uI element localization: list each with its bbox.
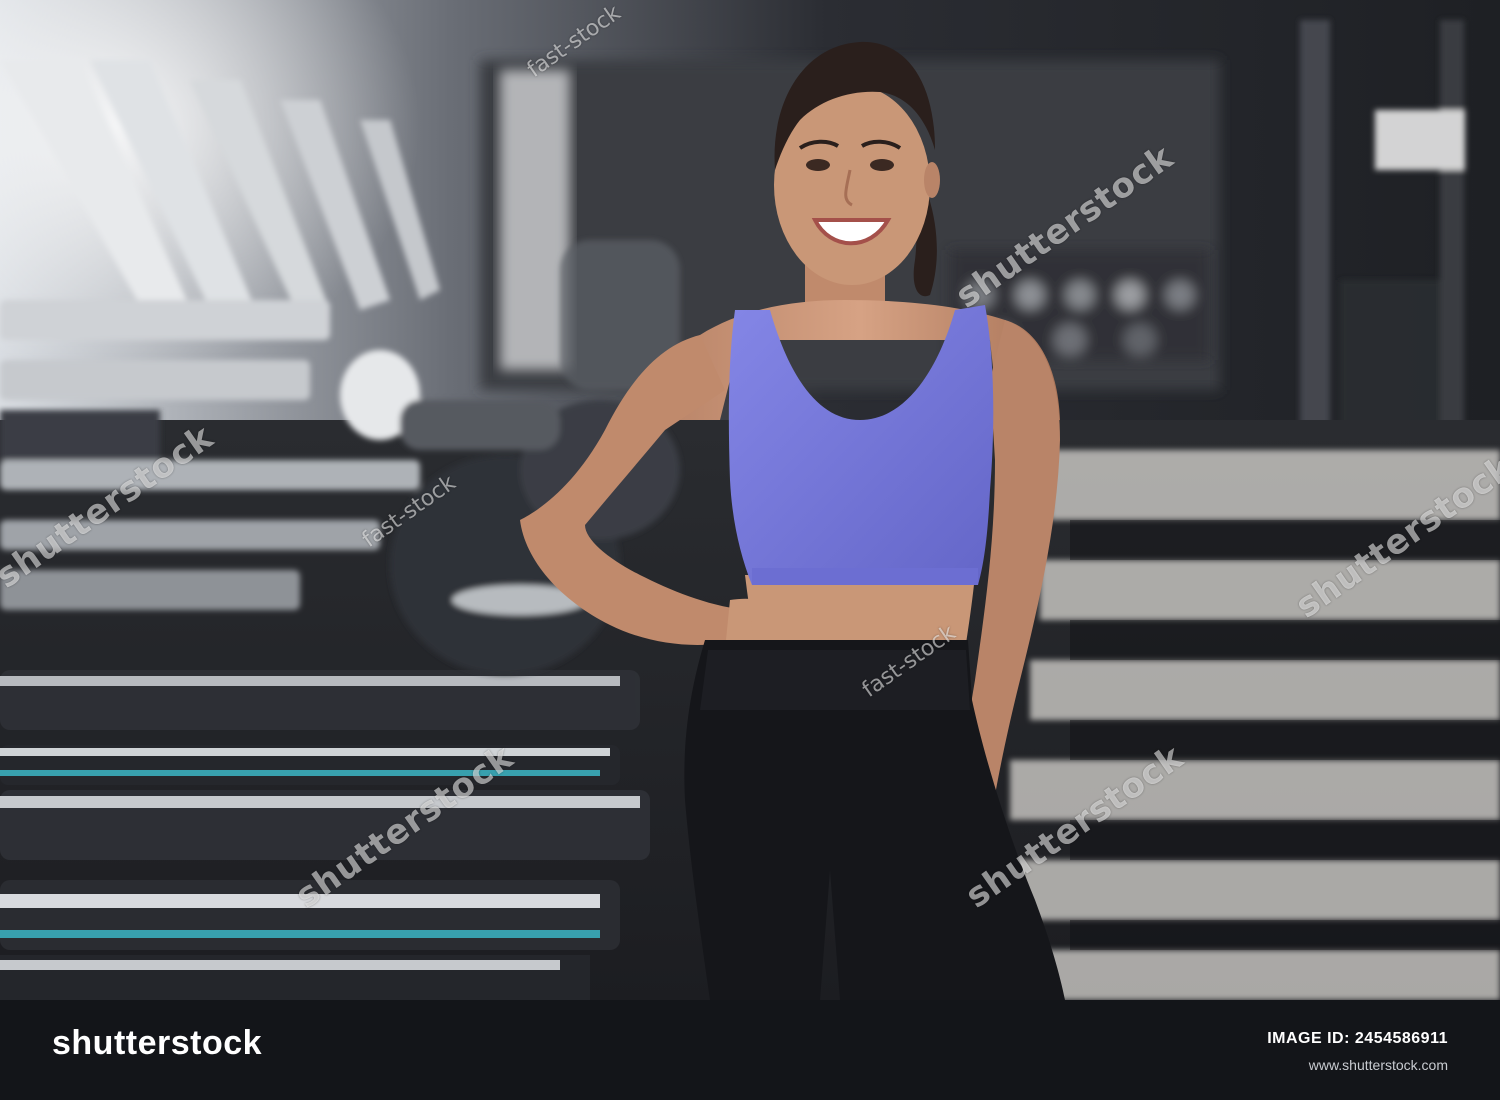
image-id: IMAGE ID: 2454586911 bbox=[1267, 1030, 1448, 1048]
site-url: www.shutterstock.com bbox=[1308, 1057, 1448, 1073]
image-id-label: IMAGE ID: bbox=[1267, 1030, 1350, 1047]
gym-portrait-photo: fast-stock shutterstock shutterstock fas… bbox=[0, 0, 1500, 1000]
shutterstock-logo: shutterstock bbox=[52, 1024, 263, 1062]
stock-footer-bar: shutterstock IMAGE ID: 2454586911 www.sh… bbox=[0, 1000, 1500, 1100]
image-id-value: 2454586911 bbox=[1354, 1030, 1448, 1047]
stock-photo-frame: fast-stock shutterstock shutterstock fas… bbox=[0, 0, 1500, 1100]
photo-illustration bbox=[0, 0, 1500, 1000]
